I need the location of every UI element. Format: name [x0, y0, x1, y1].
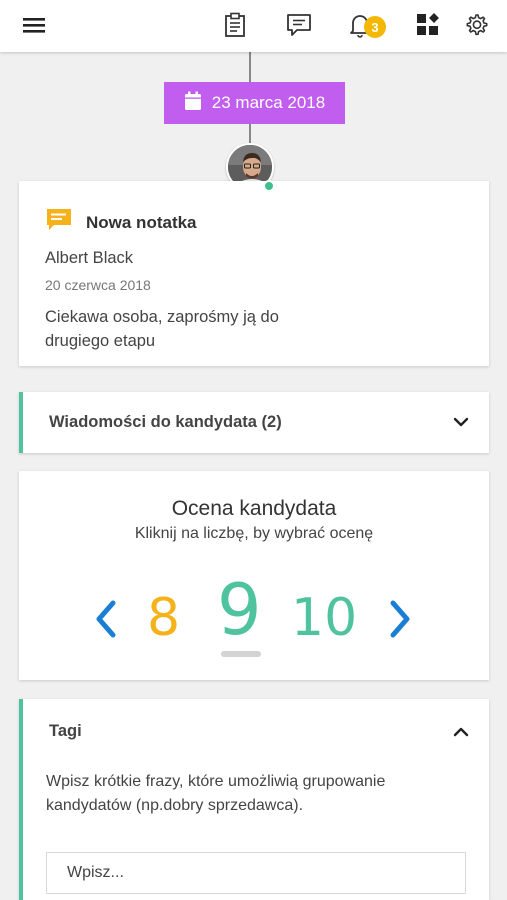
- tags-description: Wpisz krótkie frazy, które umożliwią gru…: [46, 773, 386, 814]
- top-bar: 3: [0, 0, 507, 52]
- rating-option-10[interactable]: 10: [291, 592, 357, 644]
- messages-accordion[interactable]: Wiadomości do kandydata (2): [19, 392, 489, 453]
- gear-icon[interactable]: [462, 10, 492, 40]
- messages-accordion-label: Wiadomości do kandydata (2): [49, 413, 282, 431]
- rating-option-8[interactable]: 8: [147, 592, 180, 644]
- rating-option-9-selected[interactable]: 9: [217, 575, 262, 645]
- widgets-icon[interactable]: [413, 10, 443, 40]
- menu-icon[interactable]: [19, 10, 49, 40]
- timeline-date-pill: 23 marca 2018: [164, 82, 345, 124]
- chevron-down-icon[interactable]: [451, 412, 471, 432]
- note-card: Nowa notatka Albert Black 20 czerwca 201…: [19, 181, 489, 366]
- notification-badge[interactable]: 3: [364, 16, 386, 38]
- chat-icon[interactable]: [284, 10, 314, 40]
- chevron-up-icon[interactable]: [451, 722, 471, 742]
- note-date: 20 czerwca 2018: [45, 277, 151, 293]
- chevron-left-icon[interactable]: [91, 597, 121, 641]
- rating-selected-indicator: [221, 651, 261, 657]
- rating-subtitle: Kliknij na liczbę, by wybrać ocenę: [134, 525, 374, 542]
- note-title: Nowa notatka: [86, 212, 197, 232]
- chevron-right-icon[interactable]: [385, 597, 415, 641]
- online-status-dot: [263, 180, 275, 192]
- note-body: Ciekawa osoba, zaprośmy ją do drugiego e…: [45, 308, 279, 350]
- timeline-line: [249, 124, 251, 144]
- note-icon: [46, 208, 72, 237]
- tags-title: Tagi: [49, 722, 82, 740]
- rating-title: Ocena kandydata: [171, 497, 337, 520]
- note-header: Nowa notatka: [46, 208, 197, 237]
- clipboard-icon[interactable]: [220, 10, 250, 40]
- tags-input[interactable]: [46, 852, 466, 894]
- tags-section: Tagi Wpisz krótkie frazy, które umożliwi…: [19, 699, 489, 900]
- calendar-icon: [184, 91, 202, 116]
- timeline-line: [249, 52, 251, 82]
- rating-card: Ocena kandydata Kliknij na liczbę, by wy…: [19, 471, 489, 680]
- timeline-date: 23 marca 2018: [211, 93, 326, 112]
- note-author: Albert Black: [45, 249, 134, 267]
